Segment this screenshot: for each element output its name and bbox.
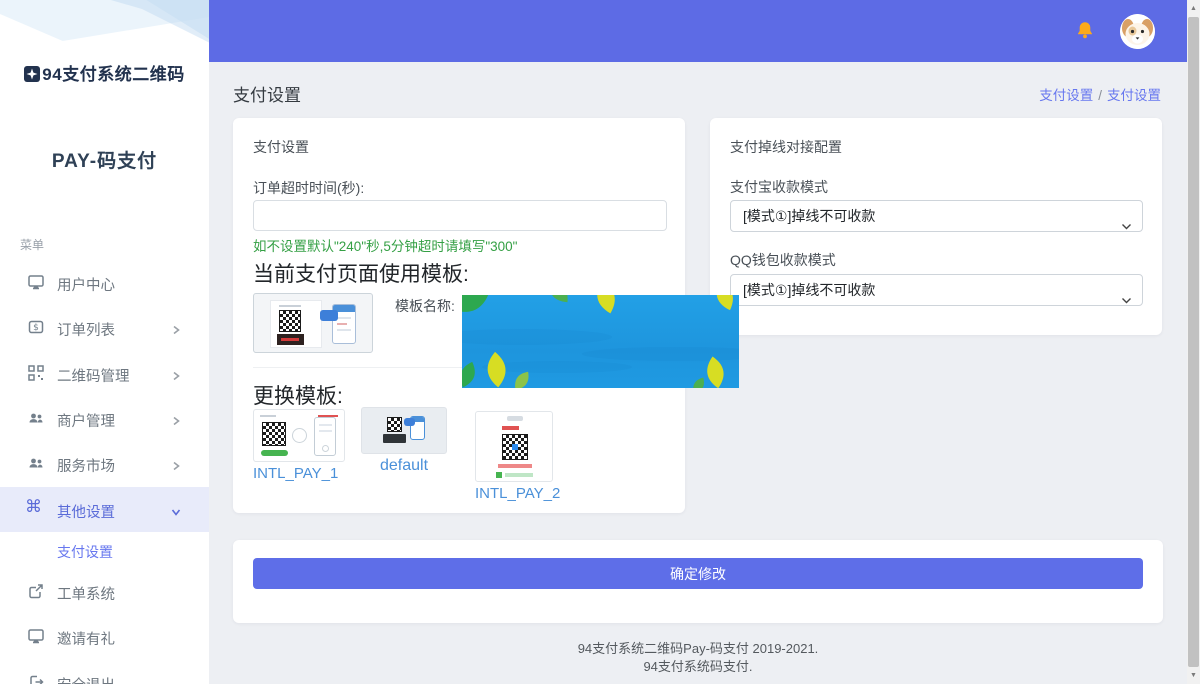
- brand-title: PAY-码支付: [0, 146, 209, 173]
- current-template-preview: [253, 293, 373, 353]
- logo-star-icon: [24, 66, 40, 87]
- template-option-intl-pay-2[interactable]: INTL_PAY_2: [475, 411, 553, 502]
- template-label: INTL_PAY_1: [253, 465, 345, 482]
- sidebar-item-invite-reward[interactable]: 邀请有礼: [0, 614, 209, 659]
- qr-code-graphic: [262, 422, 286, 446]
- template-banner-image: [462, 295, 739, 388]
- menu-section-label: 菜单: [20, 236, 44, 253]
- template-option-default[interactable]: default: [361, 407, 447, 475]
- sidebar-item-order-list[interactable]: $ 订单列表: [0, 305, 209, 350]
- scroll-up-button[interactable]: ▲: [1187, 0, 1200, 17]
- footer-line1: 94支付系统二维码Pay-码支付 2019-2021.: [209, 640, 1187, 658]
- topbar: [209, 0, 1187, 62]
- page-title: 支付设置: [233, 81, 301, 106]
- template-mockup: [270, 300, 322, 348]
- footer: 94支付系统二维码Pay-码支付 2019-2021. 94支付系统码支付.: [209, 640, 1187, 676]
- qr-code-graphic: [387, 417, 402, 432]
- sidebar-item-merchant-manage[interactable]: 商户管理: [0, 396, 209, 441]
- chevron-right-icon: [171, 368, 181, 378]
- card-heading: 支付掉线对接配置: [730, 137, 842, 157]
- qrcode-icon: [27, 364, 45, 382]
- chevron-right-icon: [171, 322, 181, 332]
- scrollbar: ▲ ▼: [1187, 0, 1200, 684]
- monitor-icon: [27, 273, 45, 291]
- chevron-down-icon: [1121, 286, 1132, 297]
- timeout-input[interactable]: [253, 200, 667, 231]
- submit-card: 确定修改: [233, 540, 1163, 623]
- chevron-right-icon: [171, 413, 181, 423]
- card-heading: 支付设置: [253, 137, 309, 157]
- user-avatar[interactable]: [1120, 14, 1155, 49]
- command-icon: ⌘: [25, 497, 42, 517]
- breadcrumb-parent-link[interactable]: 支付设置: [1039, 88, 1093, 103]
- sidebar-item-other-settings[interactable]: ⌘ 其他设置: [0, 487, 209, 532]
- logout-icon: [27, 673, 45, 684]
- template-name-label: 模板名称:: [395, 296, 455, 316]
- svg-text:$: $: [33, 323, 39, 333]
- sidebar-item-qrcode-manage[interactable]: 二维码管理: [0, 351, 209, 396]
- sidebar-item-user-center[interactable]: 用户中心: [0, 260, 209, 305]
- offline-config-card: 支付掉线对接配置 支付宝收款模式 [模式①]掉线不可收款 QQ钱包收款模式 [模…: [710, 118, 1162, 335]
- qq-wallet-mode-label: QQ钱包收款模式: [730, 250, 836, 270]
- order-dollar-icon: $: [27, 318, 45, 336]
- chat-bubble-graphic: [320, 310, 338, 321]
- template-option-intl-pay-1[interactable]: INTL_PAY_1: [253, 409, 345, 482]
- breadcrumb: 支付设置 / 支付设置: [1039, 84, 1161, 104]
- template-label: INTL_PAY_2: [475, 485, 553, 502]
- current-template-heading: 当前支付页面使用模板:: [253, 258, 469, 288]
- chevron-down-icon: [171, 504, 181, 514]
- timeout-note: 如不设置默认"240"秒,5分钟超时请填写"300": [253, 235, 517, 255]
- logo-text: 94支付系统二维码: [42, 65, 184, 84]
- timeout-label: 订单超时时间(秒):: [253, 178, 364, 198]
- chevron-down-icon: [1121, 212, 1132, 223]
- users-icon: [27, 454, 45, 472]
- notification-bell-icon[interactable]: [1073, 19, 1097, 43]
- users-icon: [27, 409, 45, 427]
- qq-wallet-mode-select[interactable]: [模式①]掉线不可收款: [730, 274, 1143, 306]
- chevron-right-icon: [171, 458, 181, 468]
- footer-line2: 94支付系统码支付.: [209, 658, 1187, 676]
- breadcrumb-separator: /: [1098, 88, 1102, 103]
- alipay-mode-select[interactable]: [模式①]掉线不可收款: [730, 200, 1143, 232]
- scroll-down-button[interactable]: ▼: [1187, 667, 1200, 684]
- external-link-icon: [27, 582, 45, 600]
- alipay-mode-label: 支付宝收款模式: [730, 177, 828, 197]
- sidebar: 94支付系统二维码 PAY-码支付 菜单 用户中心 $ 订单列表 二维码管理: [0, 0, 209, 684]
- app-logo[interactable]: 94支付系统二维码: [0, 60, 209, 87]
- change-template-heading: 更换模板:: [253, 380, 343, 410]
- sidebar-item-ticket-system[interactable]: 工单系统: [0, 569, 209, 614]
- qr-code-graphic: [279, 310, 301, 332]
- breadcrumb-current-link[interactable]: 支付设置: [1107, 88, 1161, 103]
- sidebar-item-logout[interactable]: 安全退出: [0, 660, 209, 684]
- sidebar-subitem-payment-settings[interactable]: 支付设置: [0, 536, 209, 566]
- template-label: default: [361, 457, 447, 475]
- sidebar-decoration: [0, 0, 209, 56]
- scrollbar-thumb[interactable]: [1188, 17, 1199, 667]
- confirm-modify-button[interactable]: 确定修改: [253, 558, 1143, 589]
- sidebar-item-service-market[interactable]: 服务市场: [0, 441, 209, 486]
- monitor-icon: [27, 627, 45, 645]
